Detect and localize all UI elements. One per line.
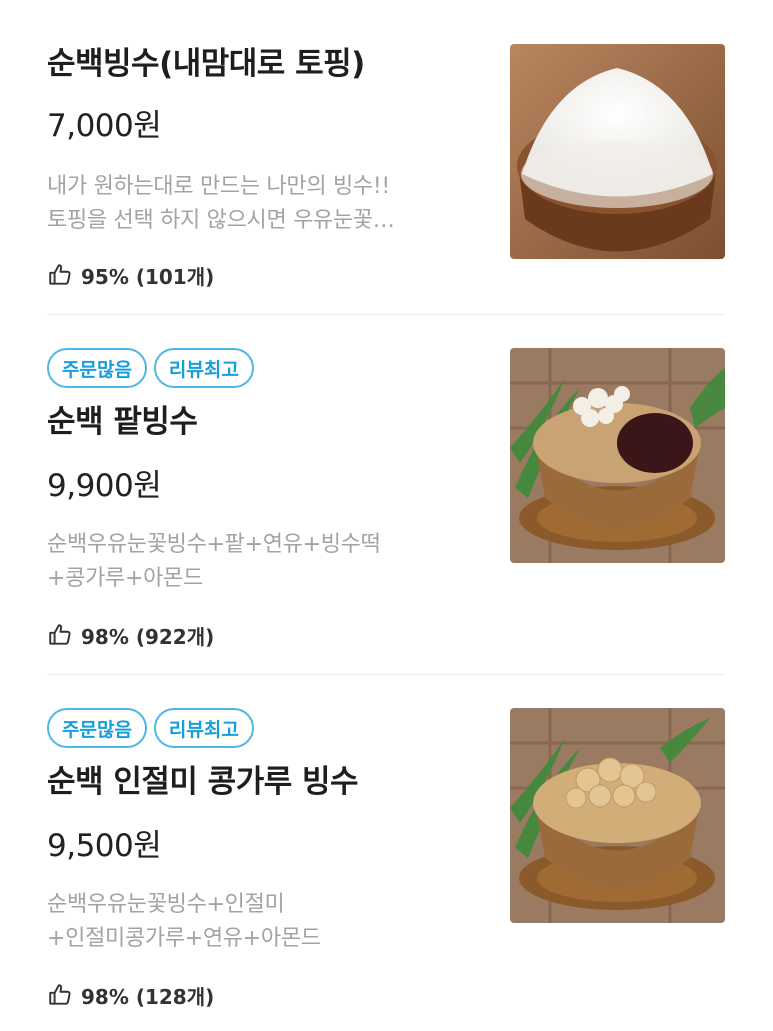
description-line: +콩가루+아몬드 <box>47 566 203 591</box>
menu-item-price: 7,000원 <box>47 108 162 144</box>
thumbs-up-icon <box>49 984 71 1005</box>
badge-best-review: 리뷰최고 <box>153 348 254 388</box>
menu-item-image <box>510 348 725 563</box>
menu-item-description: 순백우유눈꽃빙수+팥+연유+빙수떡 +콩가루+아몬드 <box>47 528 467 596</box>
description-line: 순백우유눈꽃빙수+인절미 <box>47 892 285 917</box>
menu-item-price: 9,500원 <box>47 828 162 864</box>
description-line: +인절미콩가루+연유+아몬드 <box>47 926 321 951</box>
divider <box>47 674 726 675</box>
description-line: 토핑을 선택 하지 않으시면 우유눈꽃… <box>47 208 395 233</box>
badge-popular: 주문많음 <box>47 708 147 748</box>
menu-item-price: 9,900원 <box>47 468 162 504</box>
description-line: 순백우유눈꽃빙수+팥+연유+빙수떡 <box>47 532 381 557</box>
menu-item-name: 순백 인절미 콩가루 빙수 <box>47 764 359 800</box>
rating: 98% (922개) <box>47 620 487 650</box>
rating: 98% (128개) <box>47 980 487 1010</box>
menu-item-image <box>510 708 725 923</box>
badge-group: 주문많음 리뷰최고 <box>47 708 487 748</box>
thumbs-up-icon <box>49 264 71 285</box>
rating-text: 98% (922개) <box>81 624 215 649</box>
badge-best-review: 리뷰최고 <box>153 708 254 748</box>
menu-list: 순백빙수(내맘대로 토핑) 7,000원 내가 원하는대로 만드는 나만의 빙수… <box>0 0 773 1031</box>
menu-item-description: 순백우유눈꽃빙수+인절미 +인절미콩가루+연유+아몬드 <box>47 888 467 956</box>
rating-text: 95% (101개) <box>81 264 215 289</box>
menu-item[interactable]: 순백빙수(내맘대로 토핑) 7,000원 내가 원하는대로 만드는 나만의 빙수… <box>0 44 773 289</box>
thumbs-up-icon <box>49 624 71 645</box>
description-line: 내가 원하는대로 만드는 나만의 빙수!! <box>47 174 390 199</box>
rating-text: 98% (128개) <box>81 984 215 1009</box>
menu-item-name: 순백빙수(내맘대로 토핑) <box>47 46 365 82</box>
badge-group: 주문많음 리뷰최고 <box>47 348 487 388</box>
menu-item-name: 순백 팥빙수 <box>47 404 198 440</box>
menu-item-info: 순백빙수(내맘대로 토핑) 7,000원 내가 원하는대로 만드는 나만의 빙수… <box>47 44 487 290</box>
menu-item[interactable]: 주문많음 리뷰최고 순백 인절미 콩가루 빙수 9,500원 순백우유눈꽃빙수+… <box>0 708 773 1010</box>
badge-popular: 주문많음 <box>47 348 147 388</box>
menu-item-info: 주문많음 리뷰최고 순백 팥빙수 9,900원 순백우유눈꽃빙수+팥+연유+빙수… <box>47 348 487 650</box>
rating: 95% (101개) <box>47 260 487 290</box>
menu-item-info: 주문많음 리뷰최고 순백 인절미 콩가루 빙수 9,500원 순백우유눈꽃빙수+… <box>47 708 487 1010</box>
menu-item-image <box>510 44 725 259</box>
menu-item-description: 내가 원하는대로 만드는 나만의 빙수!! 토핑을 선택 하지 않으시면 우유눈… <box>47 170 467 238</box>
menu-item[interactable]: 주문많음 리뷰최고 순백 팥빙수 9,900원 순백우유눈꽃빙수+팥+연유+빙수… <box>0 348 773 650</box>
divider <box>47 314 726 315</box>
